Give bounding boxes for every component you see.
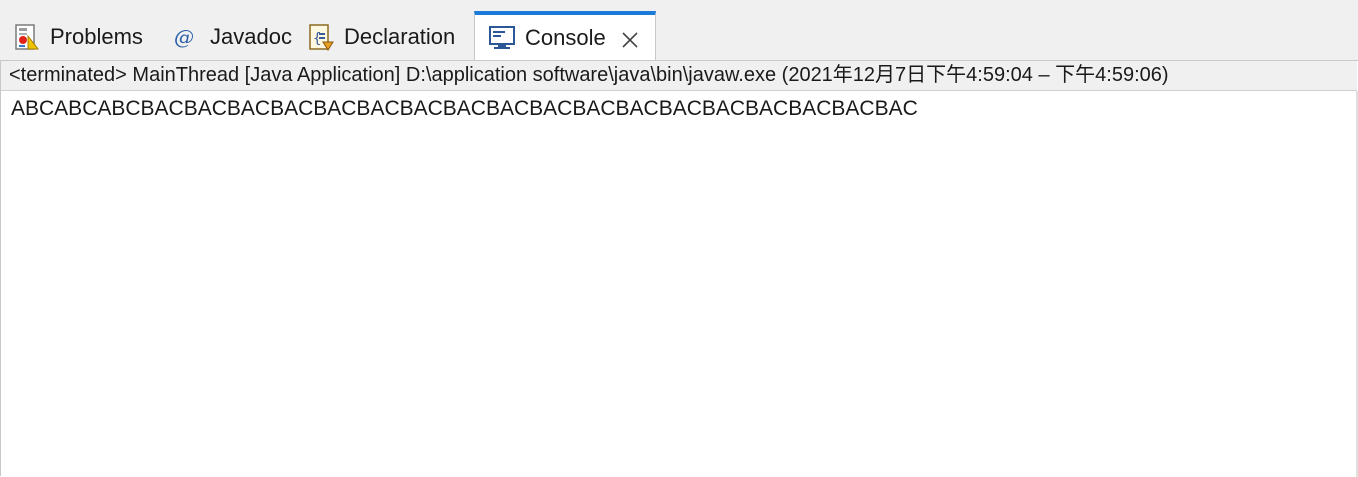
console-status-line: <terminated> MainThread [Java Applicatio…: [1, 61, 1357, 91]
problems-icon: [12, 22, 42, 52]
tab-console-label: Console: [525, 25, 606, 50]
tab-declaration[interactable]: { Declaration: [306, 14, 455, 60]
javadoc-at-icon: @: [172, 22, 202, 52]
tab-javadoc[interactable]: @ Javadoc: [172, 14, 292, 60]
tab-javadoc-label: Javadoc: [210, 24, 292, 49]
close-icon[interactable]: [621, 29, 639, 48]
svg-text:@: @: [174, 25, 194, 49]
tab-problems-label: Problems: [50, 24, 143, 49]
console-panel: <terminated> MainThread [Java Applicatio…: [0, 60, 1358, 477]
tab-declaration-label: Declaration: [344, 24, 456, 49]
console-icon: [487, 23, 517, 53]
console-output[interactable]: ABCABCABCBACBACBACBACBACBACBACBACBACBACB…: [11, 97, 918, 121]
tab-console[interactable]: Console: [474, 11, 656, 61]
view-tab-bar: Problems @ Javadoc { Declaration Console: [0, 0, 1358, 61]
tab-problems[interactable]: Problems: [12, 14, 143, 60]
declaration-icon: {: [306, 22, 336, 52]
